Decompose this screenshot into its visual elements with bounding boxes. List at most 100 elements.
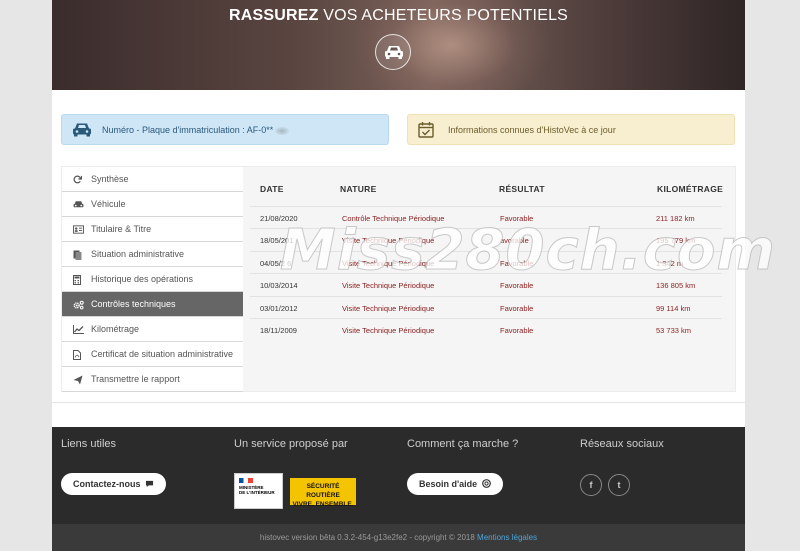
version-text: histovec version bêta 0.3.2-454-g13e2fe2… [259, 533, 478, 542]
cell-nature: Contrôle Technique Périodique [342, 214, 445, 223]
french-flag-mark [239, 478, 253, 483]
report-panel: Synthèse Véhicule Titulaire & Titre Situ… [61, 166, 736, 392]
col-header-date: DATE [260, 184, 284, 194]
plate-info-box: Numéro - Plaque d'immatriculation : AF-0… [61, 114, 389, 145]
sidebar-item-kilometrage[interactable]: Kilométrage [62, 317, 243, 342]
car-icon [73, 201, 84, 208]
blurred-plate [275, 126, 290, 135]
legal-link[interactable]: Mentions légales [477, 533, 537, 542]
cell-date: 18/11/2009 [260, 326, 297, 335]
sidebar-item-label: Synthèse [91, 174, 129, 184]
sidebar-item-transmettre[interactable]: Transmettre le rapport [62, 367, 243, 392]
help-button[interactable]: Besoin d'aide [407, 473, 503, 495]
contact-button[interactable]: Contactez-nous [61, 473, 167, 495]
footer-links-title: Liens utiles [61, 438, 117, 450]
cell-mileage: 195 779 km [656, 236, 696, 245]
sidebar-item-controles[interactable]: Contrôles techniques [62, 292, 243, 317]
cell-mileage: 99 114 km [656, 304, 691, 313]
calculator-icon [73, 275, 81, 285]
cell-nature: Visite Technique Périodique [342, 259, 435, 268]
sidebar-item-situation[interactable]: Situation administrative [62, 242, 243, 267]
plate-label-text: Numéro - Plaque d'immatriculation : AF-0… [102, 125, 274, 135]
footer-service-title: Un service proposé par [234, 438, 348, 450]
cell-date: 18/05/201 [260, 236, 294, 245]
hero-title: RASSUREZ VOS ACHETEURS POTENTIELS [52, 7, 745, 25]
refresh-icon [73, 175, 82, 184]
ministry-logo[interactable]: MINISTÈRE DE L'INTÉRIEUR [234, 473, 283, 509]
report-sidebar: Synthèse Véhicule Titulaire & Titre Situ… [62, 167, 243, 392]
cell-mileage: 136 805 km [656, 281, 696, 290]
table-row: 03/01/2012 Visite Technique Périodique F… [250, 296, 722, 318]
twitter-icon[interactable]: t [608, 474, 630, 496]
ministry-logo-text: MINISTÈRE DE L'INTÉRIEUR [239, 485, 275, 495]
cell-nature: Visite Technique Périodique [342, 236, 435, 245]
cell-result: Favorable [500, 281, 534, 290]
cell-result: avorable [500, 236, 529, 245]
cell-result: Favorable [500, 326, 534, 335]
cell-nature: Visite Technique Périodique [342, 326, 435, 335]
document-icon [73, 250, 82, 260]
known-label: Informations connues d'HistoVec à ce jou… [448, 125, 616, 135]
footer: Liens utiles Contactez-nous Un service p… [52, 427, 745, 524]
section-divider [52, 402, 745, 403]
table-row: 04/05/2 6 Visite Technique Périodique Fa… [250, 251, 722, 273]
table-row: 21/08/2020 Contrôle Technique Périodique… [250, 206, 722, 228]
sidebar-item-label: Titulaire & Titre [91, 224, 152, 234]
table-row: 10/03/2014 Visite Technique Périodique F… [250, 273, 722, 295]
sidebar-item-vehicule[interactable]: Véhicule [62, 192, 243, 217]
gears-icon [73, 300, 84, 310]
cell-mileage: 1 342 m [656, 259, 684, 268]
sidebar-item-label: Transmettre le rapport [91, 374, 180, 384]
footer-social-title: Réseaux sociaux [580, 438, 664, 450]
cell-date: 10/03/2014 [260, 281, 298, 290]
sidebar-item-label: Kilométrage [91, 324, 140, 334]
sidebar-item-label: Situation administrative [91, 249, 185, 259]
contact-button-label: Contactez-nous [73, 479, 141, 489]
calendar-check-icon [418, 122, 434, 138]
known-info-box: Informations connues d'HistoVec à ce jou… [407, 114, 735, 145]
cell-nature: Visite Technique Périodique [342, 304, 435, 313]
cell-result: Favorable [500, 259, 534, 268]
securite-routiere-logo[interactable]: SÉCURITÉ ROUTIÈRE VIVRE, ENSEMBLE. [290, 478, 356, 508]
sr-line2: VIVRE, ENSEMBLE. [292, 501, 354, 508]
car-icon [385, 46, 403, 59]
plate-label: Numéro - Plaque d'immatriculation : AF-0… [102, 115, 290, 146]
sidebar-item-label: Véhicule [91, 199, 126, 209]
sidebar-item-label: Certificat de situation administrative [91, 349, 234, 359]
hero-title-rest: VOS ACHETEURS POTENTIELS [318, 7, 569, 24]
cell-mileage: 211 182 km [656, 214, 695, 223]
col-header-result: RÉSULTAT [499, 184, 545, 194]
sidebar-item-synthese[interactable]: Synthèse [62, 167, 243, 192]
page: RASSUREZ VOS ACHETEURS POTENTIELS Numéro… [52, 0, 745, 551]
cell-date: 04/05/2 6 [260, 259, 292, 268]
hero-title-bold: RASSUREZ [228, 7, 319, 24]
sidebar-item-label: Historique des opérations [91, 274, 194, 284]
send-icon [73, 375, 83, 385]
id-card-icon [73, 225, 84, 234]
facebook-icon[interactable]: f [580, 474, 602, 496]
hero-banner: RASSUREZ VOS ACHETEURS POTENTIELS [52, 0, 745, 90]
sr-line1: SÉCURITÉ ROUTIÈRE [306, 483, 340, 499]
col-header-nature: NATURE [340, 184, 377, 194]
table-row: 18/05/201 Visite Technique Périodique av… [250, 228, 722, 250]
line-chart-icon [73, 325, 84, 334]
controles-content: DATE NATURE RÉSULTAT KILOMÉTRAGE 21/08/2… [244, 167, 736, 393]
cell-date: 03/01/2012 [260, 304, 298, 313]
sidebar-item-label: Contrôles techniques [91, 299, 176, 309]
car-icon [73, 123, 91, 137]
footer-how-title: Comment ça marche ? [407, 438, 519, 450]
sidebar-item-historique[interactable]: Historique des opérations [62, 267, 243, 292]
cell-result: Favorable [500, 304, 534, 313]
sidebar-item-titulaire[interactable]: Titulaire & Titre [62, 217, 243, 242]
help-button-label: Besoin d'aide [419, 479, 478, 489]
chat-icon [145, 480, 154, 488]
cell-result: Favorable [500, 214, 534, 223]
table-row: 18/11/2009 Visite Technique Périodique F… [250, 318, 722, 340]
cell-date: 21/08/2020 [260, 214, 298, 223]
cell-nature: Visite Technique Périodique [342, 281, 435, 290]
ministry-line2: DE L'INTÉRIEUR [239, 490, 275, 495]
col-header-mileage: KILOMÉTRAGE [657, 184, 724, 194]
sidebar-item-certificat[interactable]: Certificat de situation administrative [62, 342, 243, 367]
hero-car-badge [375, 34, 411, 70]
pdf-icon [73, 350, 81, 360]
